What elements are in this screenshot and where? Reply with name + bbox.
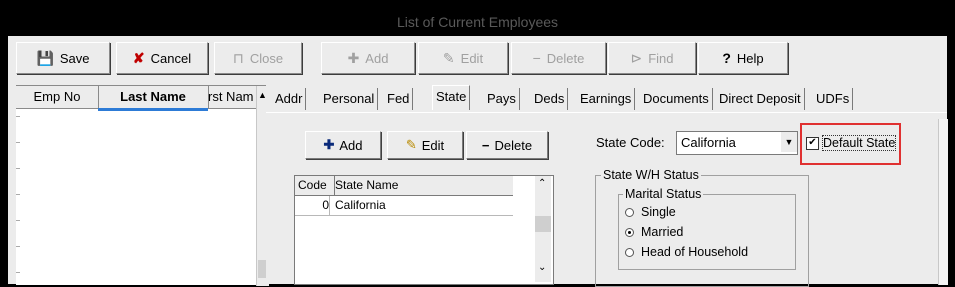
tab-udfs[interactable]: UDFs bbox=[813, 88, 854, 110]
checkbox-check-icon[interactable]: ✔ bbox=[806, 136, 819, 150]
edit-folder-icon: ✎ bbox=[442, 50, 455, 66]
scroll-up-icon[interactable]: ⌃ bbox=[538, 178, 546, 189]
find-label: Find bbox=[648, 50, 674, 66]
edit-folder-icon: ✎ bbox=[405, 137, 417, 152]
tab-documents[interactable]: Documents bbox=[640, 88, 713, 110]
radio-icon bbox=[625, 247, 634, 257]
row-state-name: California bbox=[335, 198, 386, 212]
row-code: 0 bbox=[295, 196, 330, 215]
state-tab-panel: ✚ Add ✎ Edit − Delete Code State Name 0 … bbox=[266, 112, 948, 287]
row-tick bbox=[16, 220, 20, 221]
question-icon: ? bbox=[722, 50, 731, 66]
scroll-thumb[interactable] bbox=[535, 216, 551, 232]
radio-selected-icon bbox=[625, 227, 634, 237]
close-button[interactable]: ⊓ Close bbox=[214, 42, 302, 74]
radio-icon bbox=[625, 207, 634, 217]
minus-icon: − bbox=[532, 50, 541, 66]
edit-button[interactable]: ✎ Edit bbox=[418, 42, 508, 74]
window-title: List of Current Employees bbox=[8, 8, 947, 36]
state-list-header: Code State Name bbox=[295, 176, 513, 196]
add-button[interactable]: ✚ Add bbox=[321, 42, 415, 74]
grid-header: Emp No Last Name rst Nam bbox=[16, 86, 257, 109]
state-list-scrollbar[interactable]: ⌃ ⌄ bbox=[535, 176, 551, 282]
scroll-down-icon[interactable]: ⌄ bbox=[538, 262, 546, 273]
row-tick bbox=[16, 246, 20, 247]
state-wh-status-label: State W/H Status bbox=[601, 168, 701, 182]
panel-scrollbar[interactable] bbox=[938, 119, 948, 285]
help-label: Help bbox=[736, 50, 764, 66]
radio-head-of-household[interactable]: Head of Household bbox=[625, 245, 748, 259]
row-tick bbox=[16, 142, 20, 143]
floppy-disk-icon: 💾 bbox=[36, 50, 54, 66]
employee-grid[interactable]: Emp No Last Name rst Nam ▲ bbox=[16, 85, 269, 286]
tab-state[interactable]: State bbox=[432, 85, 471, 110]
col-first-name[interactable]: rst Nam bbox=[208, 86, 257, 108]
tab-earnings[interactable]: Earnings bbox=[577, 88, 636, 110]
tab-pays[interactable]: Pays bbox=[484, 88, 520, 110]
state-code-select[interactable]: California ▼ bbox=[676, 131, 798, 155]
cancel-label: Cancel bbox=[150, 50, 192, 66]
minus-icon: − bbox=[481, 137, 490, 153]
edit-label: Edit bbox=[460, 50, 484, 66]
help-button[interactable]: ? Help bbox=[698, 42, 788, 74]
tab-direct-deposit[interactable]: Direct Deposit bbox=[716, 88, 805, 110]
x-cancel-icon: ✘ bbox=[132, 50, 145, 66]
tab-personal[interactable]: Personal bbox=[320, 88, 379, 110]
save-label: Save bbox=[59, 50, 90, 66]
marital-status-group: Marital Status Single Married Head of Ho… bbox=[618, 187, 796, 270]
state-add-button[interactable]: ✚ Add bbox=[305, 131, 381, 159]
save-button[interactable]: 💾 Save bbox=[16, 42, 110, 74]
tab-bar: Addr Personal Fed State Pays Deds Earnin… bbox=[266, 85, 947, 112]
state-code-value: California bbox=[681, 135, 736, 150]
delete-button[interactable]: − Delete bbox=[511, 42, 606, 74]
row-tick bbox=[16, 272, 20, 273]
state-list[interactable]: Code State Name 0 California ⌃ ⌄ bbox=[294, 175, 554, 285]
state-code-label: State Code: bbox=[596, 135, 665, 150]
state-edit-button[interactable]: ✎ Edit bbox=[387, 131, 463, 159]
state-delete-button[interactable]: − Delete bbox=[466, 131, 548, 159]
flashlight-icon: ⊳ bbox=[630, 50, 643, 66]
state-wh-status-group: State W/H Status Marital Status Single M… bbox=[595, 168, 809, 287]
tab-fed[interactable]: Fed bbox=[384, 88, 414, 110]
sort-indicator bbox=[98, 108, 208, 111]
radio-married[interactable]: Married bbox=[625, 225, 683, 239]
plus-icon: ✚ bbox=[323, 137, 335, 152]
col-emp-no[interactable]: Emp No bbox=[16, 86, 99, 108]
table-row[interactable]: 0 California bbox=[295, 196, 513, 216]
plus-icon: ✚ bbox=[347, 50, 360, 66]
radio-single[interactable]: Single bbox=[625, 205, 676, 219]
col-last-name[interactable]: Last Name bbox=[98, 86, 209, 108]
default-state-label: Default State bbox=[822, 135, 897, 151]
row-tick bbox=[16, 168, 20, 169]
cancel-button[interactable]: ✘ Cancel bbox=[116, 42, 208, 74]
col-code[interactable]: Code bbox=[295, 176, 335, 195]
marital-status-label: Marital Status bbox=[623, 187, 704, 201]
col-state-name[interactable]: State Name bbox=[333, 176, 513, 195]
delete-label: Delete bbox=[546, 50, 585, 66]
add-label: Add bbox=[365, 50, 389, 66]
find-button[interactable]: ⊳ Find bbox=[608, 42, 696, 74]
chevron-down-icon[interactable]: ▼ bbox=[781, 132, 797, 152]
default-state-checkbox[interactable]: ✔ Default State bbox=[806, 135, 897, 151]
row-tick bbox=[16, 116, 20, 117]
close-label: Close bbox=[249, 50, 284, 66]
row-tick bbox=[16, 194, 20, 195]
tab-addr[interactable]: Addr bbox=[272, 88, 307, 110]
door-close-icon: ⊓ bbox=[232, 50, 244, 66]
employee-window: 💾 Save ✘ Cancel ⊓ Close ✚ Add ✎ Edit − D… bbox=[8, 36, 948, 287]
tab-deds[interactable]: Deds bbox=[531, 88, 569, 110]
